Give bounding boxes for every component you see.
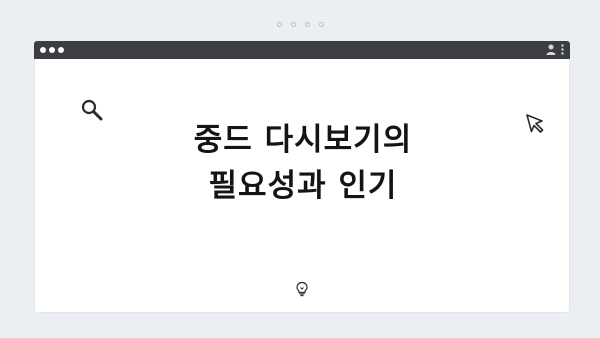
slide-content: 중드 다시보기의 필요성과 인기: [34, 59, 570, 313]
window-controls: [40, 47, 64, 53]
carousel-dot[interactable]: [276, 22, 282, 27]
slide-title-line-1: 중드 다시보기의: [193, 122, 413, 158]
window-dot-2[interactable]: [49, 47, 55, 53]
carousel-dots: [0, 22, 600, 27]
kebab-menu-icon[interactable]: [561, 44, 564, 55]
carousel-dot[interactable]: [304, 22, 310, 27]
slide-title: 중드 다시보기의 필요성과 인기: [35, 117, 570, 209]
slide-title-line-2: 필요성과 인기: [208, 168, 398, 204]
carousel-dot[interactable]: [318, 22, 324, 27]
browser-window: 중드 다시보기의 필요성과 인기: [34, 41, 570, 313]
lightbulb-icon: [296, 281, 308, 297]
window-dot-1[interactable]: [40, 47, 46, 53]
window-dot-3[interactable]: [58, 47, 64, 53]
person-icon[interactable]: [546, 44, 556, 55]
titlebar-actions: [546, 44, 564, 55]
carousel-dot[interactable]: [290, 22, 296, 27]
window-titlebar: [34, 41, 570, 59]
